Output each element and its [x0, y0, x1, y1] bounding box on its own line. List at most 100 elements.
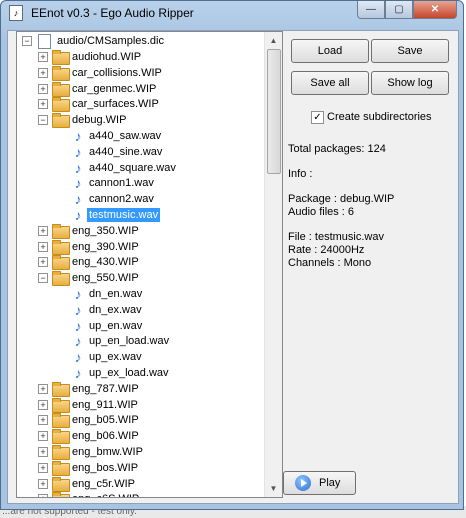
tree-item-label: up_en_load.wav	[89, 335, 170, 348]
tree-item-label: cannon2.wav	[89, 193, 154, 206]
tree-item-label: a440_square.wav	[89, 161, 176, 174]
audio-file-icon: ♪	[74, 301, 82, 318]
folder-icon	[52, 476, 70, 492]
caption-buttons: — ▢ ✕	[357, 1, 457, 19]
expand-icon[interactable]: +	[38, 99, 48, 110]
create-subdirectories-label: Create subdirectories	[327, 111, 432, 123]
tree-item-label: eng_bmw.WIP	[72, 446, 143, 458]
file-text: File : testmusic.wav	[288, 231, 384, 243]
tree-item-label: eng_787.WIP	[72, 382, 139, 395]
expand-icon[interactable]: +	[38, 415, 48, 426]
tree-item-label: cannon1.wav	[89, 177, 154, 190]
folder-icon	[52, 271, 70, 287]
folder-icon	[52, 492, 70, 497]
folder-icon	[52, 113, 70, 129]
show-log-button[interactable]: Show log	[371, 71, 449, 95]
folder-icon	[52, 429, 70, 445]
play-button[interactable]: Play	[283, 471, 356, 495]
tree-item-label: up_ex_load.wav	[89, 367, 169, 379]
tree-item-label: audiohud.WIP	[72, 51, 142, 63]
folder-icon	[52, 65, 70, 81]
maximize-button[interactable]: ▢	[385, 1, 413, 19]
expand-icon[interactable]: +	[38, 462, 48, 473]
folder-icon	[52, 413, 70, 429]
close-button[interactable]: ✕	[413, 1, 457, 19]
expand-icon[interactable]: +	[38, 478, 48, 489]
audio-file-icon: ♪	[74, 175, 82, 192]
window-title: EEnot v0.3 - Ego Audio Ripper	[31, 6, 194, 20]
collapse-icon[interactable]: −	[22, 36, 32, 46]
folder-icon	[52, 445, 70, 460]
folder-icon	[52, 239, 70, 255]
audio-file-icon: ♪	[74, 143, 82, 160]
file-icon	[38, 34, 51, 49]
expand-icon[interactable]: +	[38, 225, 48, 236]
info-label: Info :	[288, 168, 313, 180]
audio-file-icon: ♪	[74, 333, 82, 350]
expand-icon[interactable]: +	[38, 431, 48, 442]
expand-icon[interactable]: +	[38, 67, 48, 78]
rate-text: Rate : 24000Hz	[288, 244, 365, 256]
tree-item-label: eng_b05.WIP	[72, 414, 139, 427]
tree-item-label: debug.WIP	[72, 114, 127, 127]
folder-icon	[52, 381, 70, 397]
tree-item-label: eng_350.WIP	[72, 224, 139, 237]
tree-item-label: eng_c5r.WIP	[72, 477, 135, 490]
expand-icon[interactable]: +	[38, 52, 48, 62]
file-tree[interactable]: − audio/CMSamples.dic + audiohud.WIP + car_…	[16, 31, 283, 498]
play-icon	[295, 475, 311, 491]
tree-item-label: car_surfaces.WIP	[72, 98, 159, 111]
audio-file-icon: ♪	[74, 207, 82, 223]
audio-files-text: Audio files : 6	[288, 206, 355, 218]
scroll-down-icon[interactable]: ▼	[265, 480, 282, 497]
tree-item-label: eng_390.WIP	[72, 240, 139, 253]
folder-icon	[52, 460, 70, 476]
scroll-up-icon[interactable]: ▲	[265, 32, 282, 49]
package-text: Package : debug.WIP	[288, 193, 395, 205]
app-icon: ♪	[9, 5, 23, 21]
expand-icon[interactable]: +	[38, 399, 48, 410]
tree-item-label: eng_911.WIP	[72, 398, 138, 411]
tree-item-label: up_en.wav	[89, 319, 143, 332]
collapse-icon[interactable]: −	[38, 273, 48, 284]
audio-file-icon: ♪	[74, 349, 82, 366]
tree-item-label: car_collisions.WIP	[72, 66, 162, 79]
audio-file-icon: ♪	[74, 191, 82, 208]
audio-file-icon: ♪	[74, 159, 82, 176]
tree-scrollbar[interactable]: ▲ ▼	[264, 32, 282, 497]
tree-item-label: car_genmec.WIP	[72, 82, 157, 95]
title-bar[interactable]: ♪ EEnot v0.3 - Ego Audio Ripper — ▢ ✕	[1, 1, 463, 25]
folder-icon	[52, 223, 70, 239]
tree-item-label: eng_c6S.WIP	[70, 492, 141, 497]
audio-file-icon: ♪	[74, 286, 82, 302]
minimize-button[interactable]: —	[357, 1, 385, 19]
expand-icon[interactable]: +	[38, 447, 48, 457]
total-packages-text: Total packages: 124	[288, 143, 386, 155]
folder-icon	[52, 50, 70, 65]
save-button[interactable]: Save	[371, 39, 449, 63]
folder-icon	[52, 255, 70, 271]
tree-item-label-selected: testmusic.wav	[87, 208, 161, 222]
tree-rows: − audio/CMSamples.dic + audiohud.WIP + car_…	[17, 32, 265, 497]
collapse-icon[interactable]: −	[38, 115, 48, 126]
expand-icon[interactable]: +	[38, 257, 48, 268]
audio-file-icon: ♪	[74, 128, 82, 144]
load-button[interactable]: Load	[291, 39, 369, 63]
tree-item-label: eng_550.WIP	[72, 272, 139, 285]
expand-icon[interactable]: +	[38, 494, 48, 497]
audio-file-icon: ♪	[74, 365, 82, 381]
folder-icon	[52, 397, 70, 413]
tree-item-label: dn_en.wav	[89, 288, 143, 300]
client-area: − audio/CMSamples.dic + audiohud.WIP + car_…	[7, 30, 459, 504]
tree-item-label: dn_ex.wav	[89, 303, 142, 316]
audio-file-icon: ♪	[74, 317, 82, 334]
expand-icon[interactable]: +	[38, 241, 48, 252]
channels-text: Channels : Mono	[288, 257, 372, 269]
tree-item-label: eng_bos.WIP	[72, 461, 139, 474]
tree-item-label: up_ex.wav	[89, 351, 142, 364]
create-subdirectories-checkbox[interactable]: ✓	[311, 111, 324, 124]
scroll-thumb[interactable]	[267, 49, 281, 174]
expand-icon[interactable]: +	[38, 383, 48, 394]
save-all-button[interactable]: Save all	[291, 71, 369, 95]
expand-icon[interactable]: +	[38, 83, 48, 94]
